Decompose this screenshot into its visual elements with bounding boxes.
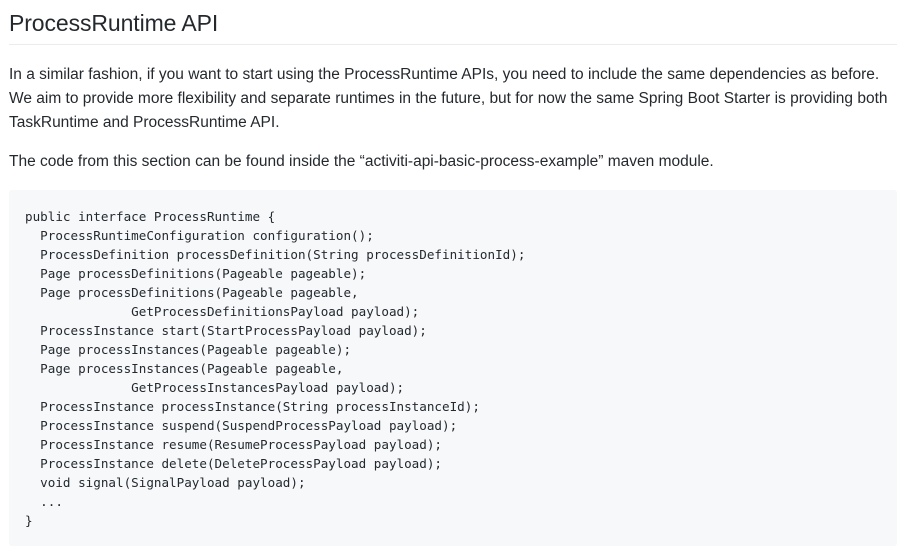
code-line: Page processDefinitions(Pageable pageabl… xyxy=(25,266,367,281)
code-block: public interface ProcessRuntime { Proces… xyxy=(9,190,897,546)
section-heading: ProcessRuntime API xyxy=(9,0,897,45)
code-line: ... xyxy=(25,494,63,509)
code-line: GetProcessDefinitionsPayload payload); xyxy=(25,304,420,319)
code-line: ProcessInstance resume(ResumeProcessPayl… xyxy=(25,437,443,452)
code-line: ProcessInstance start(StartProcessPayloa… xyxy=(25,323,427,338)
code-line: ProcessInstance delete(DeleteProcessPayl… xyxy=(25,456,443,471)
code-line: GetProcessInstancesPayload payload); xyxy=(25,380,405,395)
code-line: public interface ProcessRuntime { xyxy=(25,209,276,224)
code-line: } xyxy=(25,513,33,528)
code-line: void signal(SignalPayload payload); xyxy=(25,475,306,490)
code-line: ProcessInstance processInstance(String p… xyxy=(25,399,480,414)
code-line: ProcessInstance suspend(SuspendProcessPa… xyxy=(25,418,458,433)
code-line: Page processInstances(Pageable pageable, xyxy=(25,361,344,376)
document-section: ProcessRuntime API In a similar fashion,… xyxy=(9,0,897,546)
code-line: ProcessDefinition processDefinition(Stri… xyxy=(25,247,526,262)
code-line: Page processDefinitions(Pageable pageabl… xyxy=(25,285,359,300)
source-location-paragraph: The code from this section can be found … xyxy=(9,153,714,170)
intro-paragraph: In a similar fashion, if you want to sta… xyxy=(9,66,888,131)
code-line: ProcessRuntimeConfiguration configuratio… xyxy=(25,228,374,243)
code-line: Page processInstances(Pageable pageable)… xyxy=(25,342,352,357)
